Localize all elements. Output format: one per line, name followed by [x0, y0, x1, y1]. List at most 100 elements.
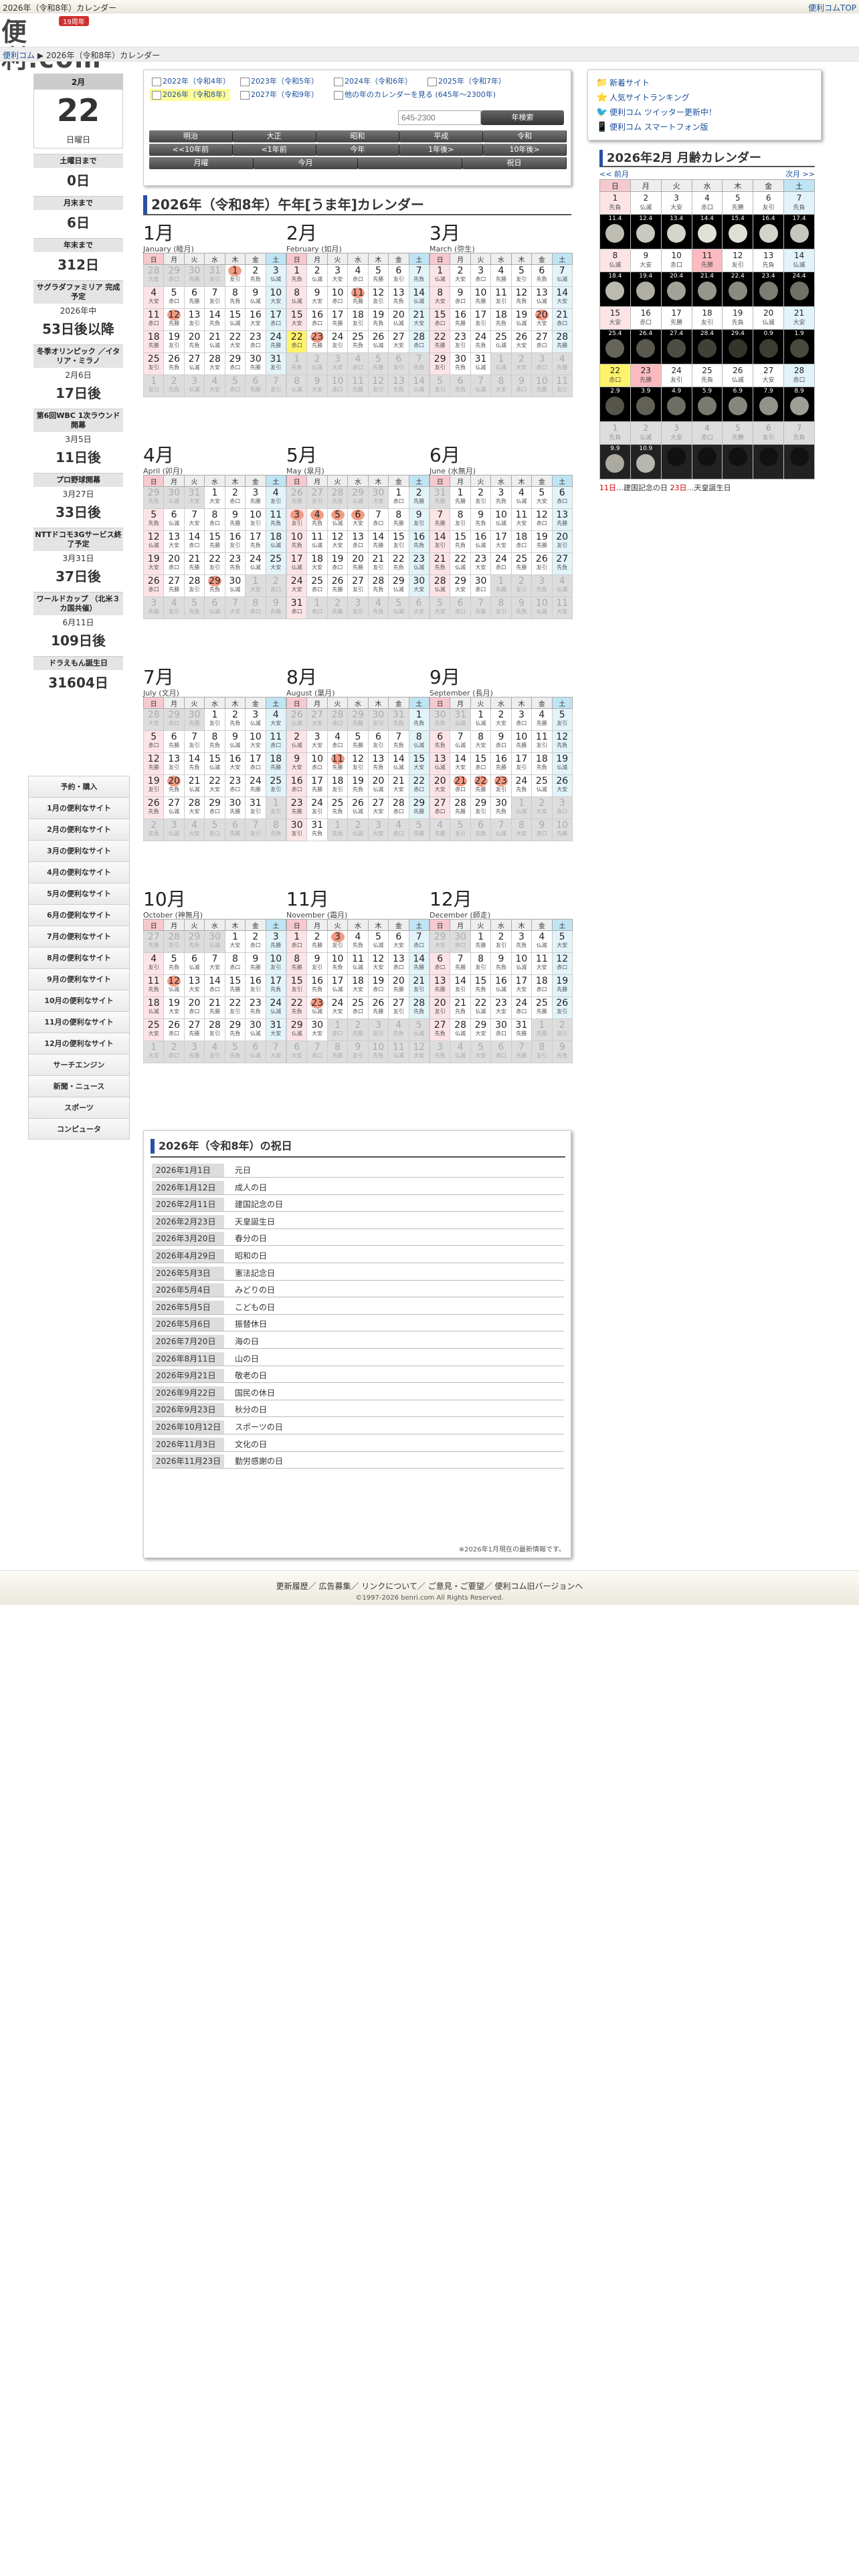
day-cell[interactable]: 12 赤口	[531, 508, 553, 531]
left-menu-item[interactable]: 8月の便利なサイト	[28, 947, 130, 968]
day-cell[interactable]: 27 先負	[551, 552, 573, 575]
day-cell[interactable]: 10 仏滅	[490, 508, 512, 531]
day-cell[interactable]: 5 友引	[450, 819, 471, 841]
day-cell[interactable]: 8 友引	[450, 508, 471, 531]
day-cell[interactable]: 7 友引	[204, 286, 225, 309]
moon-day-cell[interactable]: 23 先勝	[630, 364, 662, 387]
day-cell[interactable]: 7 友引	[183, 730, 205, 753]
today-button[interactable]	[358, 157, 462, 169]
day-cell[interactable]: 4 先負	[347, 930, 369, 953]
day-cell[interactable]: 2 先負	[163, 374, 185, 397]
day-cell[interactable]: 14 赤口	[204, 974, 225, 997]
day-cell[interactable]: 20 友引	[429, 996, 451, 1019]
day-cell[interactable]: 13 赤口	[347, 530, 369, 553]
day-cell[interactable]: 30 仏滅	[245, 1018, 266, 1041]
day-cell[interactable]: 26 赤口	[163, 1018, 185, 1041]
day-cell[interactable]: 19 大安	[142, 552, 165, 575]
day-cell[interactable]: 2 赤口	[265, 574, 287, 597]
day-cell[interactable]: 20 先勝	[388, 974, 409, 997]
day-cell[interactable]: 22 赤口	[408, 774, 430, 797]
day-cell[interactable]: 22 仏滅	[470, 996, 492, 1019]
today-button[interactable]: 今月	[254, 157, 358, 169]
day-cell[interactable]: 9 大安	[286, 752, 308, 775]
day-cell[interactable]: 6 大安	[286, 1041, 308, 1063]
day-cell[interactable]: 4 赤口	[347, 264, 369, 287]
day-cell[interactable]: 1 先勝	[470, 930, 492, 953]
day-cell[interactable]: 7 友引	[245, 819, 266, 841]
day-cell[interactable]: 6 赤口	[551, 486, 573, 509]
day-cell[interactable]: 25 先負	[347, 330, 369, 353]
left-menu-item[interactable]: 3月の便利なサイト	[28, 840, 130, 861]
day-cell[interactable]: 12 先勝	[163, 308, 185, 331]
day-cell[interactable]: 2 先勝	[408, 486, 430, 509]
day-cell[interactable]: 8 赤口	[224, 952, 246, 975]
day-cell[interactable]: 6 先勝	[183, 286, 205, 309]
day-cell[interactable]: 30 先負	[490, 796, 512, 819]
day-cell[interactable]: 17 赤口	[265, 308, 287, 331]
day-cell[interactable]: 16 仏滅	[490, 974, 512, 997]
day-cell[interactable]: 22 大安	[224, 330, 246, 353]
day-cell[interactable]: 5 大安	[551, 930, 573, 953]
day-cell[interactable]: 3 先勝	[142, 597, 165, 619]
day-cell[interactable]: 17 先勝	[306, 774, 328, 797]
day-cell[interactable]: 2 赤口	[163, 1041, 185, 1063]
day-cell[interactable]: 19 仏滅	[510, 308, 533, 331]
day-cell[interactable]: 3 大安	[306, 730, 328, 753]
day-cell[interactable]: 12 仏滅	[142, 530, 165, 553]
moon-day-cell[interactable]: 2 仏滅	[630, 421, 662, 445]
day-cell[interactable]: 24 友引	[326, 330, 349, 353]
day-cell[interactable]: 26 先勝	[326, 574, 349, 597]
day-cell[interactable]: 28 大安	[142, 708, 165, 731]
day-cell[interactable]: 12 大安	[408, 1041, 430, 1063]
left-menu-item[interactable]: 5月の便利なサイト	[28, 883, 130, 904]
day-cell[interactable]: 20 赤口	[163, 552, 185, 575]
day-cell[interactable]: 29 仏滅	[347, 486, 369, 509]
ranking-label[interactable]: 人気サイトランキング	[609, 93, 690, 102]
year-search-button[interactable]: 年検索	[481, 110, 564, 125]
day-cell[interactable]: 7 仏滅	[450, 730, 471, 753]
year-link[interactable]: 2023年（令和5年）	[237, 76, 318, 88]
day-cell[interactable]: 3 先負	[490, 486, 512, 509]
day-cell[interactable]: 11 先勝	[347, 286, 369, 309]
breadcrumb-home[interactable]: 便利コム	[3, 51, 35, 60]
moon-day-cell[interactable]: 10 赤口	[660, 249, 692, 272]
left-menu-item[interactable]: 予約・購入	[28, 776, 130, 797]
day-cell[interactable]: 28 友引	[183, 574, 205, 597]
day-cell[interactable]: 1 友引	[142, 374, 165, 397]
day-cell[interactable]: 2 友引	[470, 486, 492, 509]
day-cell[interactable]: 18 赤口	[510, 530, 533, 553]
day-cell[interactable]: 10 大安	[265, 286, 287, 309]
day-cell[interactable]: 3 友引	[347, 597, 369, 619]
day-cell[interactable]: 11 友引	[490, 286, 512, 309]
day-cell[interactable]: 30 友引	[286, 819, 308, 841]
day-cell[interactable]: 28 先負	[367, 574, 389, 597]
day-cell[interactable]: 8 仏滅	[286, 286, 308, 309]
day-cell[interactable]: 14 仏滅	[408, 286, 430, 309]
day-cell[interactable]: 28 先負	[408, 996, 430, 1019]
day-cell[interactable]: 29 先勝	[347, 708, 369, 731]
day-cell[interactable]: 8 赤口	[245, 597, 266, 619]
day-cell[interactable]: 27 先勝	[142, 930, 165, 953]
day-cell[interactable]: 3 先負	[531, 574, 553, 597]
day-cell[interactable]: 18 大安	[347, 974, 369, 997]
day-cell[interactable]: 1 先負	[326, 819, 349, 841]
day-cell[interactable]: 1 赤口	[388, 486, 409, 509]
day-cell[interactable]: 23 先勝	[306, 330, 328, 353]
year-search-input[interactable]	[398, 110, 481, 125]
day-cell[interactable]: 10 赤口	[326, 374, 349, 397]
day-cell[interactable]: 4 大安	[142, 286, 165, 309]
moon-day-cell[interactable]: 11 先勝	[691, 249, 723, 272]
day-cell[interactable]: 3 仏滅	[183, 374, 205, 397]
day-cell[interactable]: 21 先負	[429, 552, 451, 575]
era-button[interactable]: 平成	[399, 130, 484, 142]
day-cell[interactable]: 26 先負	[163, 352, 185, 375]
year-link[interactable]: 2022年（令和4年）	[149, 76, 230, 88]
day-cell[interactable]: 14 仏滅	[388, 752, 409, 775]
day-cell[interactable]: 26 友引	[531, 552, 553, 575]
day-cell[interactable]: 26 仏滅	[347, 796, 369, 819]
day-cell[interactable]: 5 先勝	[367, 264, 389, 287]
day-cell[interactable]: 23 友引	[450, 330, 471, 353]
day-cell[interactable]: 8 仏滅	[286, 374, 308, 397]
day-cell[interactable]: 6 先負	[531, 264, 553, 287]
nav-button[interactable]: <<10年前	[149, 144, 233, 156]
